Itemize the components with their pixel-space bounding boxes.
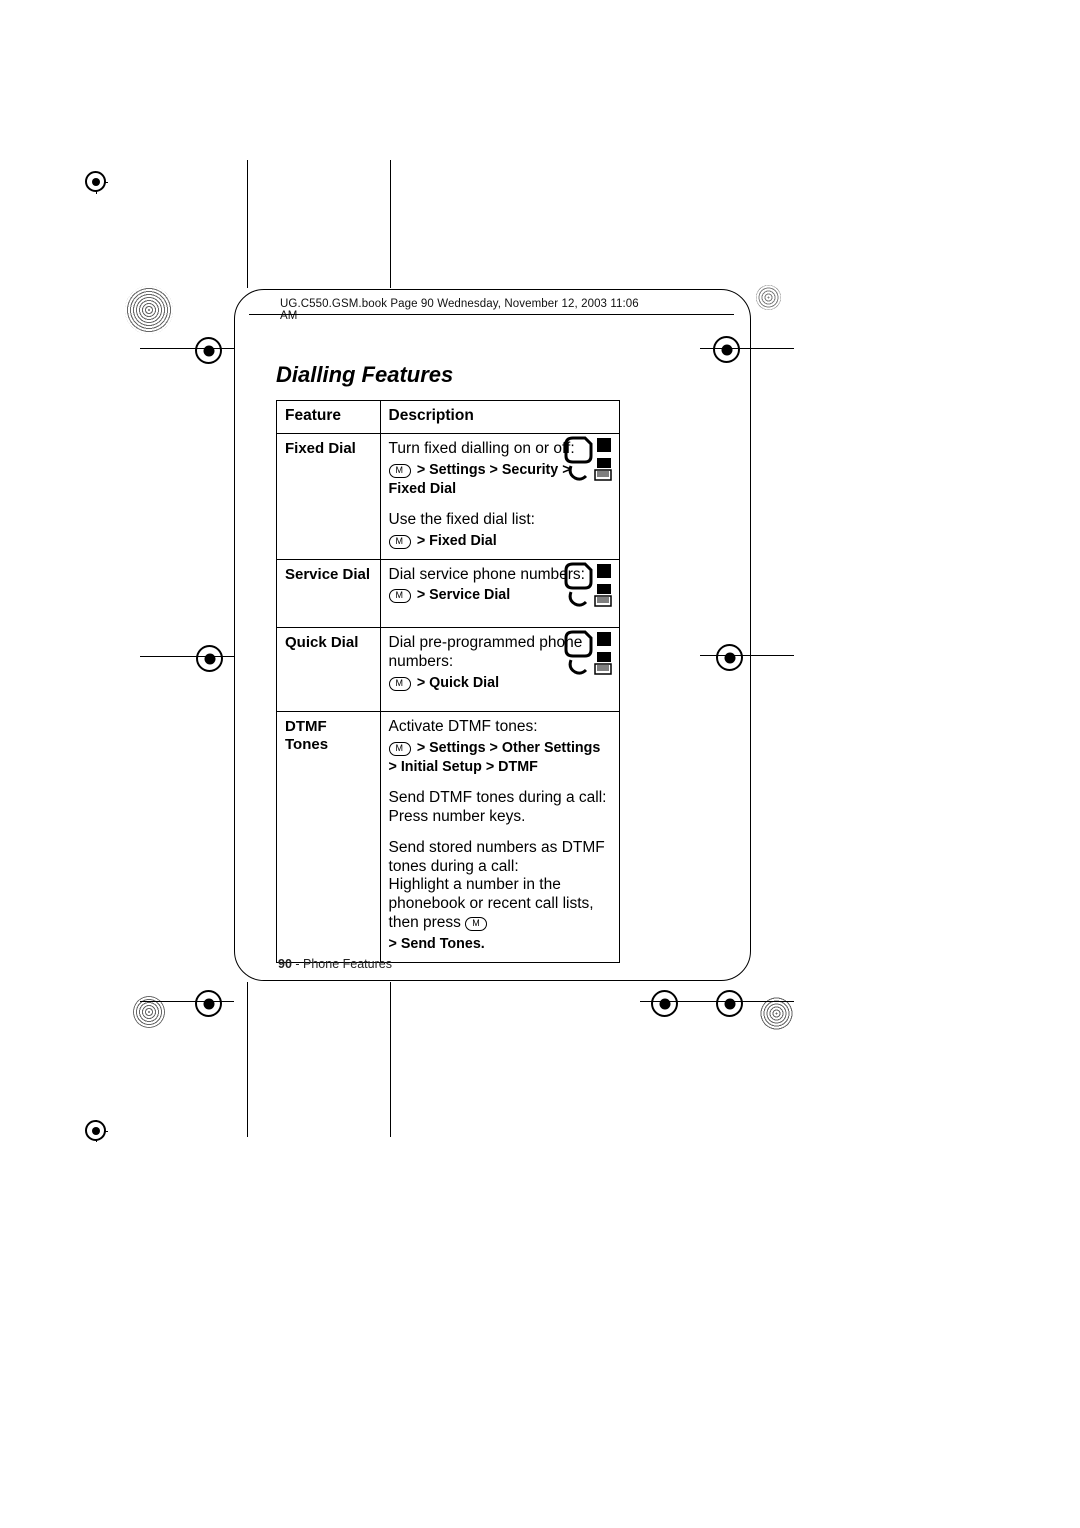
menu-path: > Quick Dial [417, 675, 499, 691]
sim-network-icon [563, 436, 613, 481]
page-number: 90 [278, 957, 292, 971]
header-divider [249, 314, 734, 315]
sim-network-icon [563, 630, 613, 675]
menu-path: > Send Tones. [389, 936, 485, 952]
crop-line [247, 982, 248, 1137]
menu-key-icon: M [389, 464, 411, 478]
desc-text: Send stored numbers as DTMF tones during… [389, 839, 605, 932]
reg-ring-icon [195, 990, 222, 1017]
desc-text: Activate DTMF tones: [389, 718, 538, 735]
feature-name: DTMF Tones [277, 712, 381, 963]
feature-name: Fixed Dial [277, 434, 381, 560]
crop-line [140, 1001, 234, 1002]
th-feature: Feature [277, 401, 381, 434]
menu-key-icon: M [465, 917, 487, 931]
desc-text: Turn fixed dialling on or off: [389, 440, 575, 457]
th-description: Description [380, 401, 619, 434]
menu-key-icon: M [389, 589, 411, 603]
menu-path: > Settings > Other Settings > Initial Se… [389, 740, 601, 775]
desc-text: Use the fixed dial list: [389, 511, 535, 528]
crop-line [390, 982, 391, 1137]
table-row: DTMF Tones Activate DTMF tones: M > Sett… [277, 712, 620, 963]
desc-text: Dial pre-programmed phone numbers: [389, 634, 583, 670]
reg-ring-icon [716, 990, 743, 1017]
menu-key-icon: M [389, 535, 411, 549]
sim-network-icon [563, 562, 613, 607]
table-row: Quick Dial Dial pre-programmed phone num… [277, 628, 620, 712]
table-row: Fixed Dial Turn fixed dialling on or off… [277, 434, 620, 560]
crop-line [140, 348, 234, 349]
crop-line [640, 1001, 794, 1002]
feature-name: Service Dial [277, 559, 381, 628]
footer-section: - Phone Features [292, 957, 392, 971]
feature-name: Quick Dial [277, 628, 381, 712]
desc-text: Dial service phone numbers: [389, 566, 585, 583]
menu-key-icon: M [389, 677, 411, 691]
desc-text: Send DTMF tones during a call: Press num… [389, 789, 607, 825]
page-content: Dialling Features Feature Description Fi… [276, 362, 740, 963]
reg-hash-icon [125, 286, 173, 334]
features-table: Feature Description Fixed Dial Turn fixe… [276, 400, 620, 963]
crop-line [140, 656, 234, 657]
menu-path: > Settings > Security > Fixed Dial [389, 462, 571, 497]
page-footer: 90 - Phone Features [278, 957, 392, 971]
menu-key-icon: M [389, 742, 411, 756]
reg-ring-icon [651, 990, 678, 1017]
reg-ring-icon [196, 645, 223, 672]
reg-ring-icon [195, 337, 222, 364]
menu-path: > Service Dial [417, 587, 510, 603]
crop-line [247, 160, 248, 288]
table-row: Service Dial Dial service phone numbers:… [277, 559, 620, 628]
crop-line [390, 160, 391, 288]
menu-path: > Fixed Dial [417, 533, 497, 549]
page-header-meta: UG.C550.GSM.book Page 90 Wednesday, Nove… [280, 298, 650, 322]
page-title: Dialling Features [276, 362, 740, 388]
reg-hash-icon [756, 285, 781, 310]
